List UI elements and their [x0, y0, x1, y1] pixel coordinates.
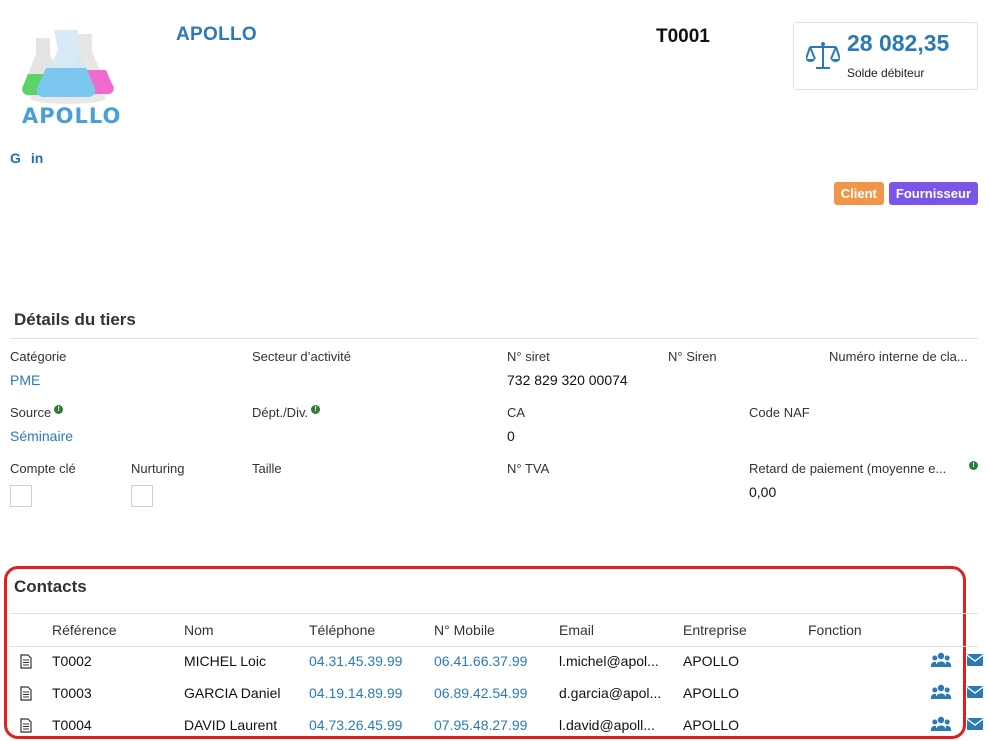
ca-value: 0	[507, 428, 515, 444]
users-icon[interactable]	[931, 716, 951, 732]
dept-label: Dépt./Div.	[252, 405, 309, 420]
contact-company: APOLLO	[683, 685, 740, 701]
details-divider	[10, 338, 978, 339]
categorie-label: Catégorie	[10, 349, 67, 364]
contact-mobile[interactable]: 06.89.42.54.99	[434, 685, 554, 701]
contact-email: d.garcia@apol...	[559, 685, 662, 701]
company-logo: APOLLO	[18, 24, 122, 128]
contacts-divider	[10, 613, 978, 614]
contact-email: l.david@apoll...	[559, 717, 655, 733]
table-row[interactable]: T0002 MICHEL Loic 04.31.45.39.99 06.41.6…	[10, 646, 990, 678]
info-icon[interactable]: !	[969, 461, 978, 470]
compte-cle-label: Compte clé	[10, 461, 76, 476]
table-row[interactable]: T0004 DAVID Laurent 04.73.26.45.99 07.95…	[10, 710, 990, 741]
source-value[interactable]: Séminaire	[10, 428, 73, 444]
company-reference: T0001	[656, 26, 710, 47]
users-icon[interactable]	[931, 652, 951, 668]
compte-cle-checkbox[interactable]	[10, 485, 32, 507]
contact-name: MICHEL Loic	[184, 653, 266, 669]
dept-field: Dépt./Div.!	[252, 405, 321, 420]
siret-label: N° siret	[507, 349, 550, 364]
mail-icon[interactable]	[967, 654, 983, 666]
info-icon[interactable]: !	[311, 405, 321, 414]
categorie-value[interactable]: PME	[10, 372, 40, 388]
contact-name: GARCIA Daniel	[184, 685, 281, 701]
contact-mobile[interactable]: 06.41.66.37.99	[434, 653, 554, 669]
contact-mobile[interactable]: 07.95.48.27.99	[434, 717, 554, 733]
contact-reference: T0002	[52, 653, 92, 669]
column-header-mobile[interactable]: N° Mobile	[434, 622, 495, 638]
table-row[interactable]: T0003 GARCIA Daniel 04.19.14.89.99 06.89…	[10, 678, 990, 710]
type-tags: Client Fournisseur	[833, 182, 978, 205]
document-icon[interactable]	[20, 686, 32, 701]
contacts-section-title: Contacts	[14, 577, 87, 596]
siren-label: N° Siren	[668, 349, 717, 364]
column-header-nom[interactable]: Nom	[184, 622, 214, 638]
logo-text: APOLLO	[22, 104, 122, 128]
column-header-reference[interactable]: Référence	[52, 622, 117, 638]
contact-company: APOLLO	[683, 653, 740, 669]
contact-phone[interactable]: 04.73.26.45.99	[309, 717, 429, 733]
scale-icon	[806, 42, 840, 69]
social-links: G in	[10, 150, 43, 166]
linkedin-icon[interactable]: in	[31, 150, 43, 166]
document-icon[interactable]	[20, 654, 32, 669]
balance-label: Solde débiteur	[847, 66, 925, 80]
retard-value: 0,00	[749, 484, 777, 500]
client-badge: Client	[833, 182, 884, 205]
document-icon[interactable]	[20, 718, 32, 733]
retard-label: Retard de paiement (moyenne e...	[749, 461, 947, 476]
contact-reference: T0004	[52, 717, 92, 733]
column-header-entreprise[interactable]: Entreprise	[683, 622, 747, 638]
nurturing-label: Nurturing	[131, 461, 185, 476]
info-icon[interactable]: !	[54, 405, 64, 414]
balance-card: 28 082,35 Solde débiteur	[793, 22, 978, 90]
contact-reference: T0003	[52, 685, 92, 701]
contact-name: DAVID Laurent	[184, 717, 278, 733]
column-header-fonction[interactable]: Fonction	[808, 622, 862, 638]
mail-icon[interactable]	[967, 718, 983, 730]
column-header-telephone[interactable]: Téléphone	[309, 622, 375, 638]
details-section-title: Détails du tiers	[14, 310, 136, 329]
users-icon[interactable]	[931, 684, 951, 700]
company-name[interactable]: APOLLO	[176, 24, 257, 46]
google-icon[interactable]: G	[10, 150, 21, 166]
balance-amount: 28 082,35	[847, 30, 950, 56]
source-label: Source	[10, 405, 52, 420]
siret-value: 732 829 320 00074	[507, 372, 628, 388]
mail-icon[interactable]	[967, 686, 983, 698]
contact-phone[interactable]: 04.31.45.39.99	[309, 653, 429, 669]
contact-email: l.michel@apol...	[559, 653, 659, 669]
numero-interne-label: Numéro interne de cla...	[829, 349, 968, 364]
tva-label: N° TVA	[507, 461, 550, 476]
fournisseur-badge: Fournisseur	[888, 182, 978, 205]
contact-company: APOLLO	[683, 717, 740, 733]
source-field: Source!	[10, 405, 64, 420]
nurturing-checkbox[interactable]	[131, 485, 153, 507]
secteur-label: Secteur d’activité	[252, 349, 351, 364]
taille-label: Taille	[252, 461, 282, 476]
code-naf-label: Code NAF	[749, 405, 810, 420]
column-header-email[interactable]: Email	[559, 622, 594, 638]
ca-label: CA	[507, 405, 526, 420]
contact-phone[interactable]: 04.19.14.89.99	[309, 685, 429, 701]
